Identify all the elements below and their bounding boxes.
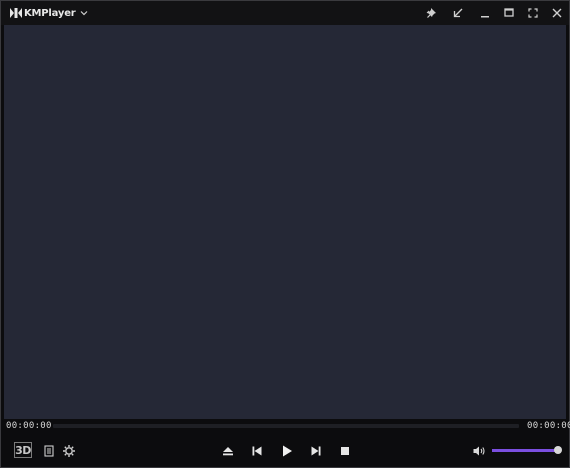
seek-bar[interactable]	[53, 424, 519, 428]
eject-button[interactable]	[218, 441, 238, 461]
fullscreen-icon	[528, 8, 538, 18]
volume-slider-handle[interactable]	[554, 446, 562, 454]
play-button[interactable]	[277, 441, 297, 461]
play-icon	[283, 445, 292, 457]
km-logo-icon	[10, 8, 22, 18]
eject-icon	[223, 447, 233, 456]
maximize-button[interactable]	[501, 5, 517, 21]
app-menu-button[interactable]: KMPlayer	[10, 6, 88, 20]
fullscreen-button[interactable]	[525, 5, 541, 21]
minimize-icon	[481, 16, 489, 18]
app-title: KMPlayer	[24, 7, 76, 19]
next-button[interactable]	[306, 441, 326, 461]
close-button[interactable]	[549, 5, 565, 21]
mute-button[interactable]	[469, 441, 489, 461]
pin-icon	[426, 8, 436, 18]
previous-button[interactable]	[247, 441, 267, 461]
skip-next-icon	[311, 446, 321, 456]
minimize-button[interactable]	[477, 5, 493, 21]
kmplayer-window: KMPlayer 00:00:00 00:00:00 3D	[0, 0, 570, 468]
seek-row: 00:00:00 00:00:00	[1, 419, 570, 433]
pin-button[interactable]	[424, 5, 440, 21]
chevron-down-icon	[80, 11, 87, 16]
control-bar: 3D	[1, 435, 569, 467]
skip-previous-icon	[252, 446, 262, 456]
playlist-icon	[44, 445, 54, 457]
volume-icon	[473, 446, 485, 456]
volume-level-fill	[492, 449, 558, 452]
close-icon	[552, 8, 562, 18]
current-time: 00:00:00	[6, 421, 52, 431]
gear-icon	[63, 445, 75, 457]
3d-mode-button[interactable]: 3D	[14, 442, 32, 458]
stop-button[interactable]	[335, 441, 355, 461]
compact-mode-button[interactable]	[450, 5, 466, 21]
volume-slider[interactable]	[492, 446, 562, 454]
title-bar[interactable]: KMPlayer	[1, 1, 569, 25]
playlist-button[interactable]	[39, 441, 59, 461]
settings-button[interactable]	[59, 441, 79, 461]
total-time: 00:00:00	[527, 421, 570, 431]
stop-icon	[341, 447, 349, 455]
compact-mode-icon	[453, 8, 463, 18]
maximize-icon	[504, 8, 514, 17]
video-display-area[interactable]	[4, 25, 566, 419]
